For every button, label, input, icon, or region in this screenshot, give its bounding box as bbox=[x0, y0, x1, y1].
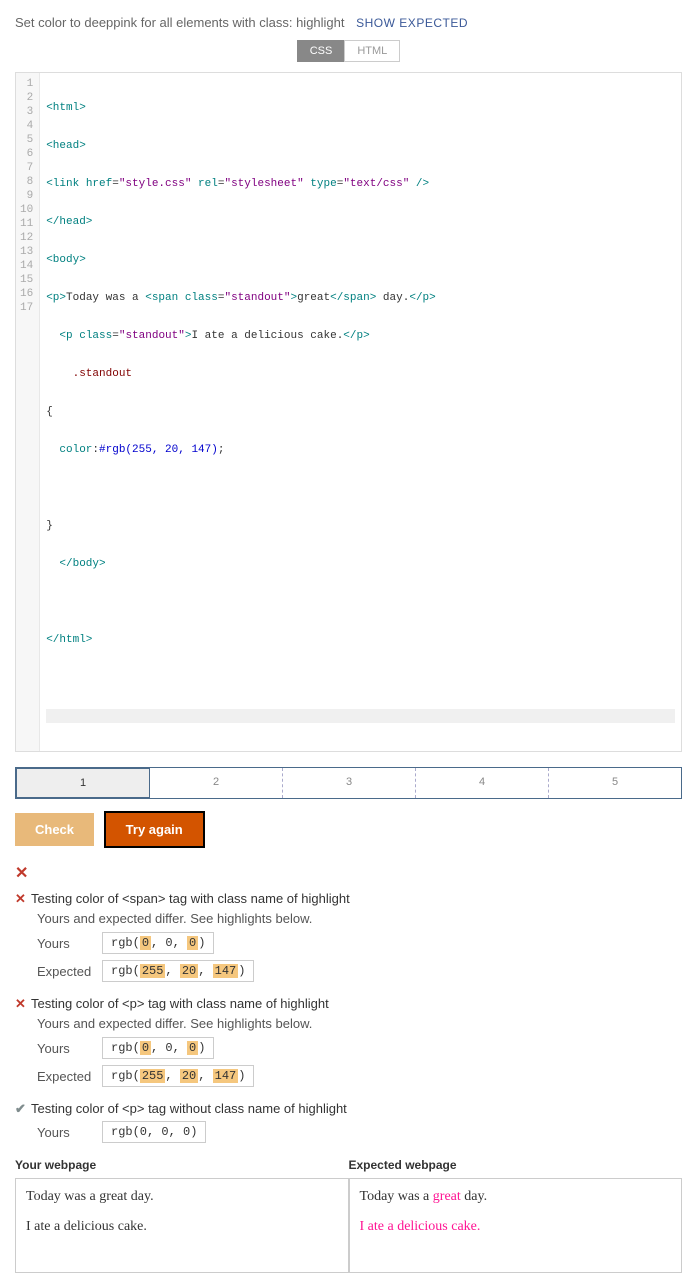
yours-label: Yours bbox=[37, 1125, 102, 1140]
test-result-2: ✕Testing color of <p> tag with class nam… bbox=[15, 996, 682, 1087]
step-tabs: 1 2 3 4 5 bbox=[15, 767, 682, 799]
check-icon: ✔ bbox=[15, 1101, 31, 1117]
step-tab-2[interactable]: 2 bbox=[150, 768, 283, 798]
webpage-comparison: Your webpage Today was a great day. I at… bbox=[15, 1158, 682, 1273]
expected-value: rgb(255, 20, 147) bbox=[102, 960, 254, 982]
your-webpage-frame: Today was a great day. I ate a delicious… bbox=[15, 1178, 349, 1273]
test-result-1: ✕Testing color of <span> tag with class … bbox=[15, 891, 682, 982]
expected-value: rgb(255, 20, 147) bbox=[102, 1065, 254, 1087]
overall-fail-icon: ✕ bbox=[15, 863, 682, 883]
your-webpage-title: Your webpage bbox=[15, 1158, 349, 1172]
yours-label: Yours bbox=[37, 936, 102, 951]
check-button[interactable]: Check bbox=[15, 813, 94, 846]
expected-webpage-frame: Today was a great day. I ate a delicious… bbox=[349, 1178, 683, 1273]
x-icon: ✕ bbox=[15, 996, 31, 1012]
yours-value: rgb(0, 0, 0) bbox=[102, 1121, 206, 1143]
tab-css[interactable]: CSS bbox=[297, 40, 345, 62]
x-icon: ✕ bbox=[15, 891, 31, 907]
yours-value: rgb(0, 0, 0) bbox=[102, 932, 214, 954]
editor-content[interactable]: <html> <head> <link href="style.css" rel… bbox=[40, 73, 681, 751]
tab-html[interactable]: HTML bbox=[344, 40, 400, 62]
try-again-button[interactable]: Try again bbox=[104, 811, 205, 848]
step-tab-4[interactable]: 4 bbox=[416, 768, 549, 798]
test-result-3: ✔Testing color of <p> tag without class … bbox=[15, 1101, 682, 1143]
code-editor[interactable]: 1234567891011121314151617 <html> <head> … bbox=[15, 72, 682, 752]
yours-value: rgb(0, 0, 0) bbox=[102, 1037, 214, 1059]
yours-label: Yours bbox=[37, 1041, 102, 1056]
show-expected-link[interactable]: SHOW EXPECTED bbox=[356, 16, 468, 30]
editor-gutter: 1234567891011121314151617 bbox=[16, 73, 40, 751]
step-tab-5[interactable]: 5 bbox=[549, 768, 681, 798]
expected-label: Expected bbox=[37, 1069, 102, 1084]
expected-label: Expected bbox=[37, 964, 102, 979]
expected-webpage-title: Expected webpage bbox=[349, 1158, 683, 1172]
step-tab-1[interactable]: 1 bbox=[15, 767, 151, 799]
step-tab-3[interactable]: 3 bbox=[283, 768, 416, 798]
language-tabs: CSSHTML bbox=[15, 40, 682, 62]
instruction-text: Set color to deeppink for all elements w… bbox=[15, 15, 682, 30]
